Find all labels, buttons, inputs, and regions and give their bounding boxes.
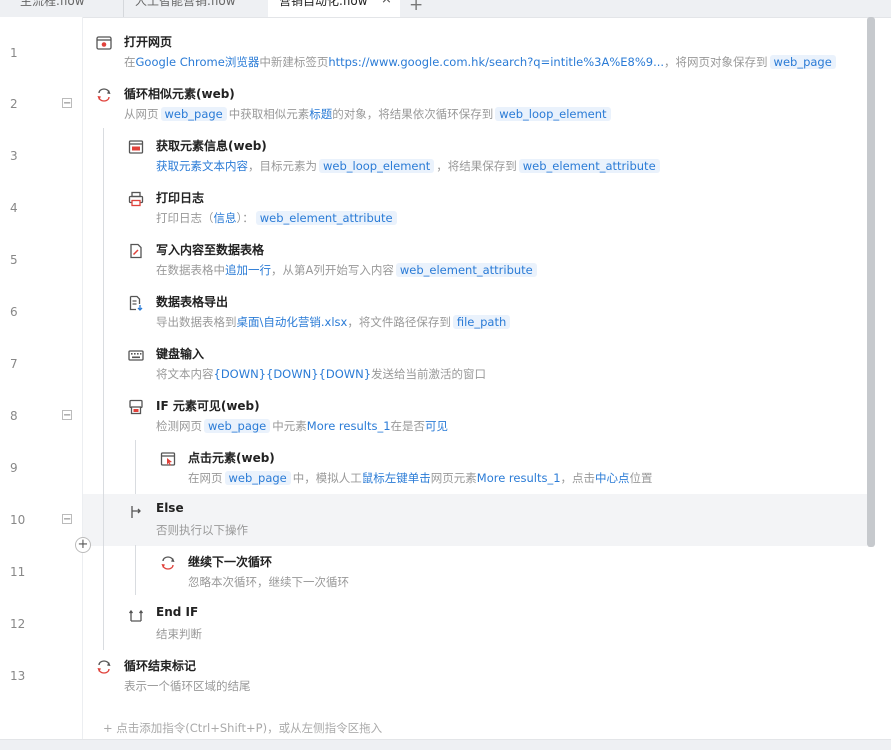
export-document-icon [129,295,143,311]
click-element-icon [160,452,176,466]
line-number: 13 [10,669,26,683]
step-description: 在数据表格中追加一行，从第A列开始写入内容 web_element_attribu… [156,262,539,278]
step-description: 否则执行以下操作 [156,523,248,537]
step-title: 写入内容至数据表格 [156,243,265,257]
horizontal-scrollbar-track[interactable] [0,739,891,750]
line-number: 2 [10,97,18,111]
step-description: 在Google Chrome浏览器中新建标签页https://www.googl… [124,54,838,70]
step-description: 表示一个循环区域的结尾 [124,679,251,693]
tab-separator [123,0,124,17]
hovered-row-highlight [83,494,867,546]
variable-chip: web_page [769,55,836,69]
variable-chip: file_path [452,315,511,329]
line-number: 7 [10,357,18,371]
tab-ai-marketing[interactable]: 人工智能营销.flow [135,0,260,17]
step-title: 键盘输入 [156,347,205,361]
write-document-icon [130,243,142,259]
line-number: 10 [10,513,26,527]
step-title: 打开网页 [124,35,173,49]
step-description: 获取元素文本内容，目标元素为 web_loop_element ，将结果保存到 web… [156,158,662,174]
tab-label: 营销自动化.flow [279,0,368,8]
step-title: 点击元素(web) [188,451,275,465]
if-element-icon [129,399,143,415]
fold-toggle-loop[interactable]: − [62,98,72,109]
step-description: 打印日志（信息）： web_element_attribute [156,210,399,226]
end-if-icon [128,609,144,622]
step-title: 继续下一次循环 [188,555,273,569]
variable-chip: web_element_attribute [255,211,397,225]
step-title: 循环相似元素(web) [124,87,235,101]
tab-label: 人工智能营销.flow [135,0,236,8]
loop-nesting-line [103,128,104,650]
continue-loop-icon [161,556,175,570]
vertical-scrollbar[interactable] [867,17,875,547]
step-title: End IF [156,605,199,619]
step-description: 忽略本次循环，继续下一次循环 [188,575,349,589]
loop-icon [97,88,111,102]
keyboard-icon [128,350,144,361]
add-tab-icon[interactable]: + [409,0,423,15]
step-title: IF 元素可见(web) [156,399,260,413]
variable-chip: web_loop_element [495,107,611,121]
tab-label: 主流程.flow [20,0,85,8]
element-info-icon [128,140,144,154]
line-number: 4 [10,201,18,215]
tab-marketing-automation[interactable]: 营销自动化.flow × [268,0,400,17]
line-number: 8 [10,409,18,423]
step-title: 获取元素信息(web) [156,139,267,153]
fold-toggle-else[interactable]: − [62,514,72,525]
line-number: 5 [10,253,18,267]
line-number: 12 [10,617,26,631]
else-nesting-line [135,545,136,595]
line-number: 11 [10,565,26,579]
step-title: 数据表格导出 [156,295,229,309]
step-description: 将文本内容{DOWN}{DOWN}{DOWN}发送给当前激活的窗口 [156,367,487,381]
line-number: 3 [10,149,18,163]
step-description: 结束判断 [156,627,202,641]
variable-chip: web_element_attribute [518,159,660,173]
printer-icon [128,191,144,207]
step-title: Else [156,501,184,515]
step-description: 导出数据表格到桌面\自动化营销.xlsx，将文件路径保存到 file_path [156,314,512,330]
variable-chip: web_loop_element [319,159,435,173]
tab-main-flow[interactable]: 主流程.flow [20,0,120,17]
branch-icon [131,506,141,518]
if-nesting-line [135,440,136,494]
step-description: 从网页 web_page 中获取相似元素标题的对象，将结果依次循环保存到 web_lo… [124,106,613,122]
add-instruction-hint[interactable]: + 点击添加指令(Ctrl+Shift+P)，或从左侧指令区拖入 [103,720,382,736]
gutter-divider [82,17,83,739]
variable-chip: web_page [204,419,271,433]
step-title: 循环结束标记 [124,659,197,673]
step-title: 打印日志 [156,191,205,205]
variable-chip: web_page [224,471,291,485]
line-number: 6 [10,305,18,319]
line-number: 9 [10,461,18,475]
fold-toggle-if[interactable]: − [62,410,72,421]
tab-bar: 主流程.flow 人工智能营销.flow 营销自动化.flow × + [0,0,891,18]
variable-chip: web_page [160,107,227,121]
variable-chip: web_element_attribute [395,263,537,277]
line-number: 1 [10,46,18,60]
insert-step-button[interactable]: + [75,537,91,553]
browser-icon [96,36,112,50]
tab-close-icon[interactable]: × [381,0,392,6]
step-description: 检测网页 web_page 中元素More results_1在是否可见 [156,419,449,433]
loop-end-icon [97,660,111,674]
step-description: 在网页 web_page 中，模拟人工鼠标左键单击网页元素More results_… [188,471,653,485]
